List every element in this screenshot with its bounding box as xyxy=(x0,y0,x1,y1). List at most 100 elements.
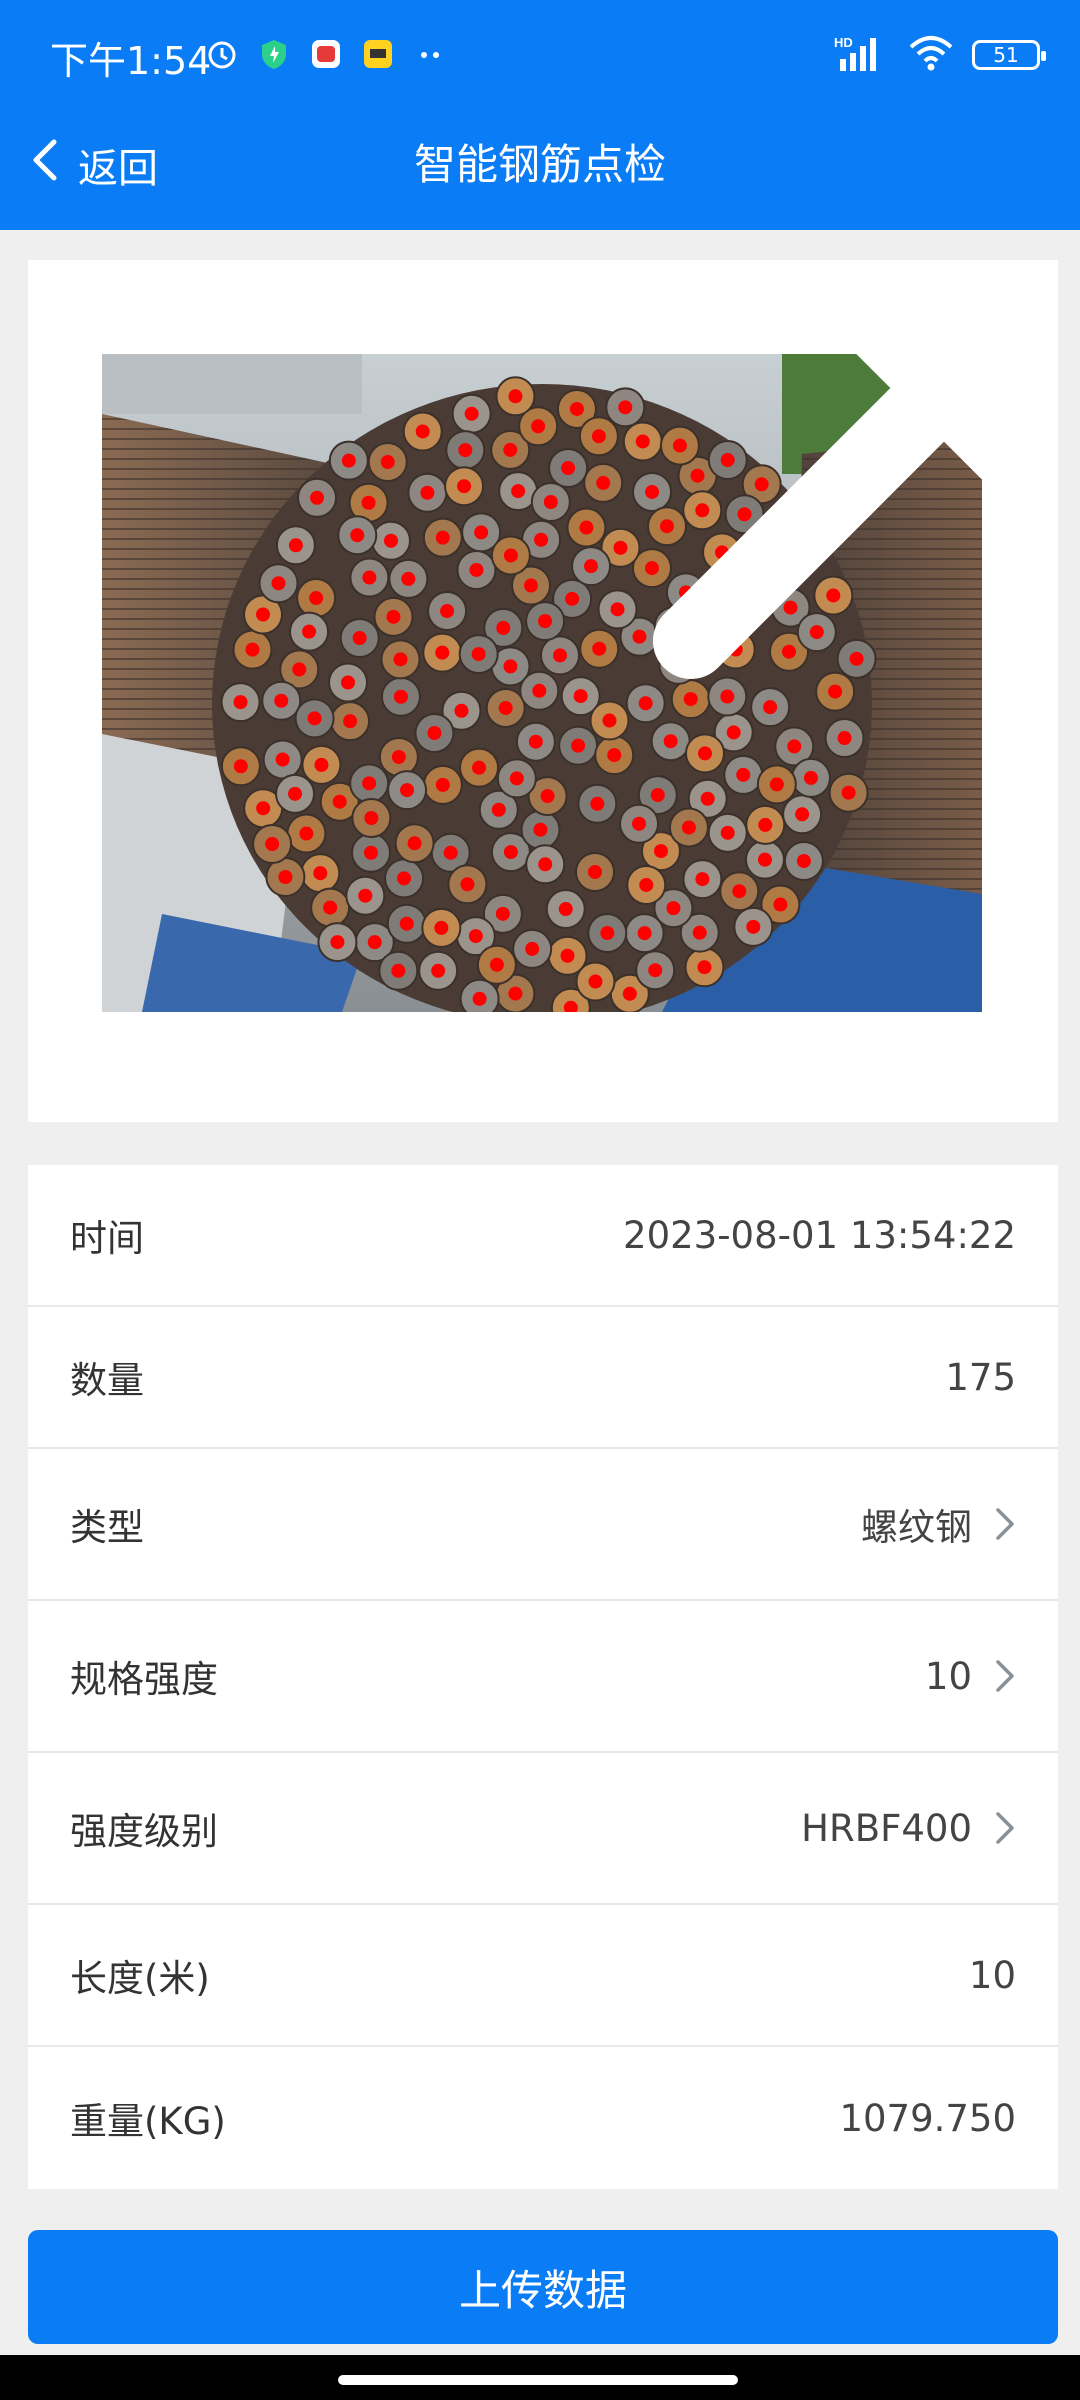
signal-icon: HD xyxy=(834,33,890,77)
detail-label: 规格强度 xyxy=(70,1658,218,1701)
detail-value: HRBF400 xyxy=(801,1806,972,1850)
detection-marker xyxy=(590,796,605,811)
detection-marker xyxy=(443,845,458,860)
detection-marker xyxy=(323,900,338,915)
detection-marker xyxy=(313,866,328,881)
detection-marker xyxy=(307,711,322,726)
alarm-icon xyxy=(205,37,239,71)
system-nav-bar xyxy=(0,2355,1080,2400)
app-red-icon xyxy=(309,37,343,71)
detection-marker xyxy=(278,869,293,884)
detection-marker xyxy=(837,731,852,746)
detection-marker xyxy=(588,974,603,989)
detection-marker xyxy=(407,836,422,851)
chevron-right-icon xyxy=(994,1810,1016,1846)
detection-marker xyxy=(245,642,260,657)
detection-marker xyxy=(364,845,379,860)
detection-marker xyxy=(700,791,715,806)
detail-row-time: 时间 2023-08-01 13:54:22 xyxy=(28,1165,1058,1307)
home-indicator[interactable] xyxy=(338,2375,738,2385)
detection-marker xyxy=(795,807,810,822)
detection-marker xyxy=(457,479,472,494)
detection-marker xyxy=(558,902,573,917)
detection-marker xyxy=(399,916,414,931)
detection-marker xyxy=(472,760,487,775)
detection-marker xyxy=(256,801,271,816)
detection-marker xyxy=(525,941,540,956)
detection-marker xyxy=(571,738,586,753)
remove-photo-button[interactable] xyxy=(652,354,982,680)
detection-marker xyxy=(454,703,469,718)
detection-marker xyxy=(736,767,751,782)
detail-row-type[interactable]: 类型 螺纹钢 xyxy=(28,1449,1058,1601)
detection-marker xyxy=(698,746,713,761)
detection-marker xyxy=(841,785,856,800)
detail-label: 数量 xyxy=(70,1359,144,1402)
app-yellow-icon xyxy=(361,37,395,71)
detection-marker xyxy=(697,960,712,975)
detection-marker xyxy=(458,443,473,458)
detection-marker xyxy=(274,693,289,708)
detection-marker xyxy=(503,845,518,860)
detection-marker xyxy=(796,854,811,869)
detection-marker xyxy=(233,695,248,710)
detection-marker xyxy=(265,837,280,852)
detection-marker xyxy=(367,935,382,950)
detection-marker xyxy=(769,777,784,792)
detail-label: 重量(KG) xyxy=(70,2100,226,2143)
detection-marker xyxy=(343,714,358,729)
detection-marker xyxy=(650,788,665,803)
detail-value: 螺纹钢 xyxy=(861,1506,972,1549)
detail-label: 时间 xyxy=(70,1217,144,1260)
upload-data-button[interactable]: 上传数据 xyxy=(28,2230,1058,2344)
detection-marker xyxy=(468,929,483,944)
more-dots-icon xyxy=(413,37,447,71)
detection-marker xyxy=(358,888,373,903)
detection-marker xyxy=(758,817,773,832)
detection-marker xyxy=(341,675,356,690)
detection-marker xyxy=(639,877,654,892)
detail-row-grade[interactable]: 强度级别 HRBF400 xyxy=(28,1753,1058,1905)
detail-label: 类型 xyxy=(70,1506,144,1549)
detection-marker xyxy=(508,986,523,1001)
detection-marker xyxy=(362,570,377,585)
battery-level: 51 xyxy=(993,43,1019,67)
detection-marker xyxy=(393,652,408,667)
detection-marker xyxy=(692,925,707,940)
detection-marker xyxy=(732,884,747,899)
detail-value: 2023-08-01 13:54:22 xyxy=(623,1213,1016,1257)
detection-marker xyxy=(495,906,510,921)
detection-marker xyxy=(415,424,430,439)
detection-marker xyxy=(393,689,408,704)
rebar-photo[interactable] xyxy=(102,354,982,1012)
detection-marker xyxy=(472,991,487,1006)
detection-marker xyxy=(746,919,761,934)
close-icon xyxy=(504,354,982,717)
detection-marker xyxy=(434,920,449,935)
wifi-icon xyxy=(908,33,954,77)
detection-marker xyxy=(460,877,475,892)
detail-row-weight: 重量(KG) 1079.750 xyxy=(28,2047,1058,2189)
detection-marker xyxy=(256,607,271,622)
detail-value: 10 xyxy=(924,1654,972,1698)
detection-marker xyxy=(471,647,486,662)
detection-marker xyxy=(292,662,307,677)
detection-marker xyxy=(233,759,248,774)
detection-marker xyxy=(637,926,652,941)
detection-marker xyxy=(533,822,548,837)
detection-marker xyxy=(330,935,345,950)
detection-marker xyxy=(288,538,303,553)
detection-marker xyxy=(288,786,303,801)
navigation-bar: 返回 智能钢筋点检 xyxy=(0,115,1080,215)
detail-row-spec[interactable]: 规格强度 10 xyxy=(28,1601,1058,1753)
detection-marker xyxy=(491,802,506,817)
detail-row-quantity: 数量 175 xyxy=(28,1307,1058,1449)
detail-label: 长度(米) xyxy=(70,1957,210,2000)
detail-value: 1079.750 xyxy=(839,2096,1016,2140)
detection-marker xyxy=(383,533,398,548)
detection-marker xyxy=(420,485,435,500)
details-list: 时间 2023-08-01 13:54:22 数量 175 类型 螺纹钢 规格强… xyxy=(28,1165,1058,2189)
system-icons: HD 51 xyxy=(834,30,1046,80)
detection-marker xyxy=(427,726,442,741)
detection-marker xyxy=(509,771,524,786)
